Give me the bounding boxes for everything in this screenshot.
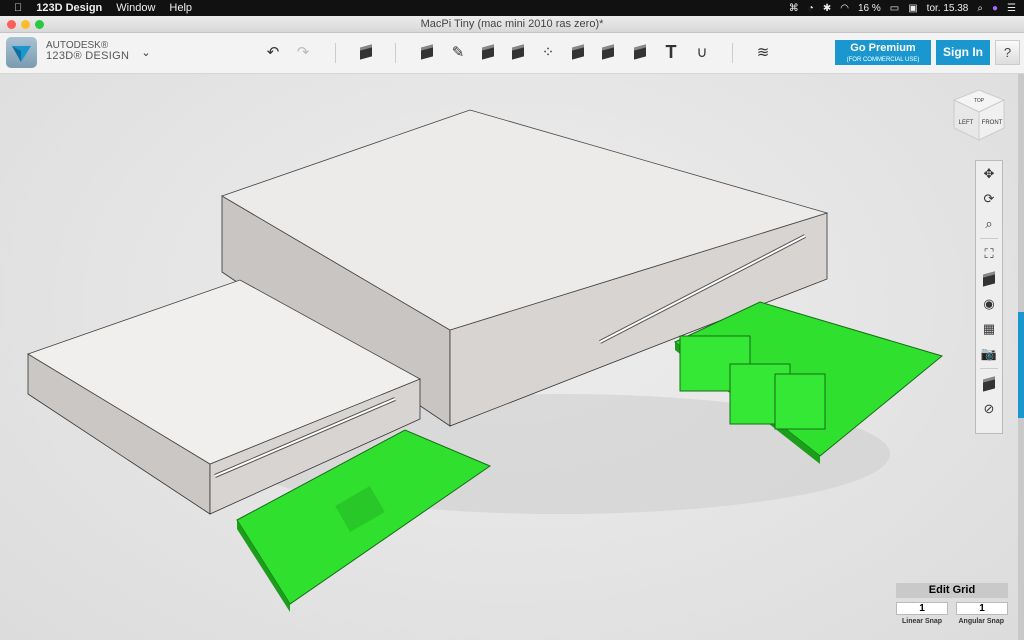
sign-in-button[interactable]: Sign In <box>936 40 990 65</box>
viewcube-top[interactable]: TOP <box>974 98 985 104</box>
text-tool-icon[interactable]: T <box>660 41 682 63</box>
menu-bar:  123D Design Window Help ⌘ ◔ ✱ ◠ 16 % ▭… <box>0 0 1024 16</box>
chevron-down-icon[interactable]: ⌄ <box>135 41 157 63</box>
pattern-icon[interactable]: ⁘ <box>537 41 559 63</box>
premium-label: Go Premium <box>850 42 916 54</box>
close-button[interactable] <box>7 20 16 29</box>
bluetooth-icon[interactable]: ✱ <box>823 3 831 14</box>
undo-icon[interactable]: ↶ <box>262 41 284 63</box>
clock[interactable]: tor. 15.38 <box>927 3 969 14</box>
spotlight-icon[interactable]: ⌕ <box>977 3 983 14</box>
scene[interactable] <box>0 74 1018 640</box>
app-logo <box>6 37 37 68</box>
window-title: MacPi Tiny (mac mini 2010 ras zero)* <box>0 16 1024 33</box>
construct-icon[interactable]: ✎ <box>447 41 469 63</box>
angular-snap-label: Angular Snap <box>958 618 1004 625</box>
apple-icon[interactable]:  <box>14 2 22 14</box>
zoom-icon[interactable]: ⌕ <box>976 211 1002 236</box>
premium-sublabel: (FOR COMMERCIAL USE) <box>846 57 920 63</box>
menu-help[interactable]: Help <box>169 2 192 14</box>
brand-product: 123D® DESIGN <box>46 50 130 62</box>
transform-icon[interactable] <box>507 41 529 63</box>
fit-icon[interactable]: ⛶ <box>976 241 1002 266</box>
measure-icon[interactable] <box>629 41 651 63</box>
angular-snap-input[interactable] <box>956 602 1008 615</box>
grid-visibility-icon[interactable]: ▦ <box>976 316 1002 341</box>
status-area: ⌘ ◔ ✱ ◠ 16 % ▭ ▣ tor. 15.38 ⌕ ● ☰ <box>789 0 1016 16</box>
minimize-button[interactable] <box>21 20 30 29</box>
battery-text[interactable]: 16 % <box>858 3 881 14</box>
edit-grid-button[interactable]: Edit Grid <box>896 583 1008 598</box>
materials-icon[interactable]: ≋ <box>752 41 774 63</box>
view-cube[interactable]: TOP LEFT FRONT <box>952 88 1006 142</box>
battery-icon: ▭ <box>889 2 900 14</box>
timer-icon[interactable]: ◔ <box>808 3 814 14</box>
app-status-icon[interactable]: ⌘ <box>789 3 799 14</box>
pan-icon[interactable]: ✥ <box>976 161 1002 186</box>
screen-icon[interactable]: ▣ <box>908 3 917 14</box>
viewcube-front[interactable]: FRONT <box>982 120 1003 126</box>
modify-icon[interactable] <box>477 41 499 63</box>
add-primitive-icon[interactable] <box>355 41 377 63</box>
brand: AUTODESK® 123D® DESIGN <box>46 40 129 62</box>
combine-icon[interactable] <box>597 41 619 63</box>
sketch-icon[interactable] <box>416 41 438 63</box>
zoom-button[interactable] <box>35 20 44 29</box>
wifi-icon[interactable]: ◠ <box>840 3 849 14</box>
help-button[interactable]: ? <box>995 40 1020 65</box>
redo-icon[interactable]: ↷ <box>292 41 314 63</box>
material-icon[interactable] <box>976 371 1002 396</box>
snap-icon[interactable]: ∪ <box>691 41 713 63</box>
go-premium-button[interactable]: Go Premium (FOR COMMERCIAL USE) <box>835 40 931 65</box>
visibility-icon[interactable]: ◉ <box>976 291 1002 316</box>
outline-icon[interactable]: ⊘ <box>976 396 1002 421</box>
orbit-icon[interactable]: ⟳ <box>976 186 1002 211</box>
linear-snap-label: Linear Snap <box>902 618 943 625</box>
toolbar: AUTODESK® 123D® DESIGN ⌄ ↶ ↷ ✎ ⁘ T ∪ ≋ G… <box>0 33 1024 74</box>
camera-icon[interactable]: 📷 <box>976 341 1002 366</box>
navigation-bar: ✥ ⟳ ⌕ ⛶ ◉ ▦ 📷 ⊘ <box>975 160 1003 434</box>
notification-icon[interactable]: ☰ <box>1007 3 1016 14</box>
linear-snap-input[interactable] <box>896 602 948 615</box>
menu-app[interactable]: 123D Design <box>36 2 102 14</box>
siri-icon[interactable]: ● <box>992 3 998 14</box>
edit-grid-panel: Edit Grid Linear Snap Angular Snap <box>896 583 1008 625</box>
viewcube-left[interactable]: LEFT <box>959 120 974 126</box>
menu-window[interactable]: Window <box>116 2 155 14</box>
side-panel-toggle[interactable] <box>1018 312 1024 418</box>
group-icon[interactable] <box>567 41 589 63</box>
view-options-icon[interactable] <box>976 266 1002 291</box>
